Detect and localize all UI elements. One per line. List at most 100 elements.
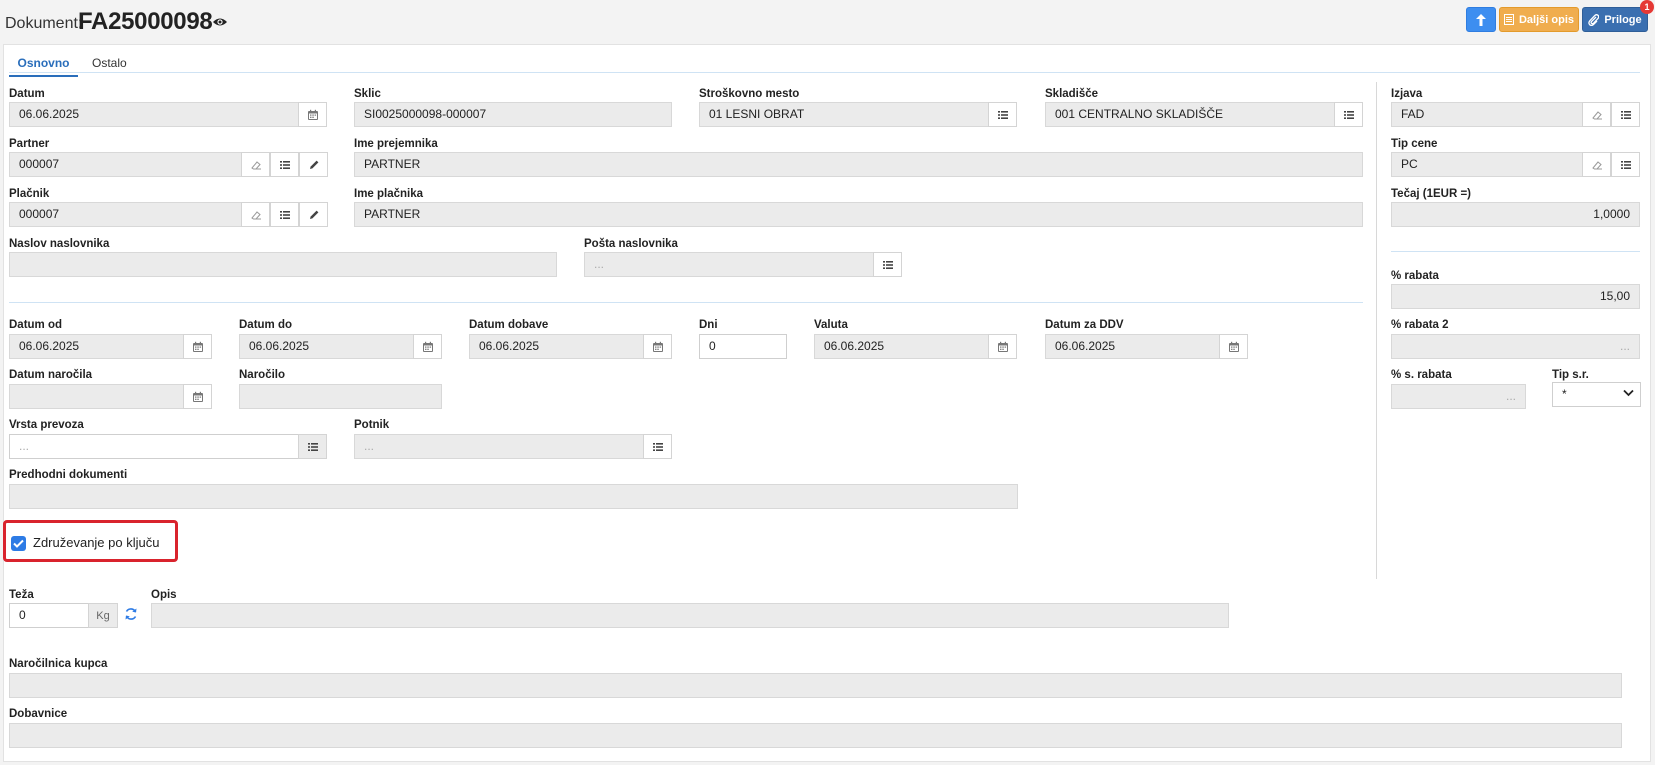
longer-description-button[interactable]: Daljši opis: [1499, 7, 1579, 32]
attachments-label: Priloge: [1604, 13, 1642, 26]
skladisce-list-button[interactable]: [1334, 102, 1363, 127]
skladisce-input[interactable]: 001 CENTRALNO SKLADIŠČE: [1045, 102, 1335, 127]
grouping-checkbox[interactable]: [11, 536, 26, 551]
datum-ddv-input[interactable]: 06.06.2025: [1045, 334, 1220, 359]
posta-list-button[interactable]: [873, 252, 902, 277]
narocilo-label: Naročilo: [239, 369, 286, 381]
placnik-edit-button[interactable]: [299, 202, 328, 227]
tab-ostalo[interactable]: Ostalo: [92, 56, 127, 70]
teza-unit: Kg: [88, 603, 118, 628]
valuta-calendar-button[interactable]: [988, 334, 1017, 359]
list-icon: [1620, 109, 1632, 121]
eraser-icon: [1591, 109, 1603, 121]
datum-narocila-input[interactable]: [9, 384, 184, 409]
narocilnica-input[interactable]: [9, 673, 1622, 698]
datum-od-input[interactable]: 06.06.2025: [9, 334, 184, 359]
rabat-input[interactable]: 15,00: [1391, 284, 1640, 309]
document-icon: [1503, 14, 1514, 25]
datum-ddv-calendar-button[interactable]: [1219, 334, 1248, 359]
vrsta-prevoza-input[interactable]: ...: [9, 434, 299, 459]
placnik-input[interactable]: 000007: [9, 202, 242, 227]
tip-sr-select[interactable]: *: [1552, 382, 1641, 407]
list-icon: [652, 441, 664, 453]
paperclip-icon: [1588, 13, 1600, 26]
tip-sr-value: *: [1562, 387, 1567, 401]
vrsta-prevoza-list-button[interactable]: [298, 434, 327, 459]
tecaj-input[interactable]: 1,0000: [1391, 202, 1640, 227]
narocilnica-label: Naročilnica kupca: [9, 658, 108, 670]
placnik-list-button[interactable]: [270, 202, 299, 227]
upload-button[interactable]: [1466, 7, 1496, 32]
izjava-label: Izjava: [1391, 88, 1423, 100]
ime-placnika-input[interactable]: PARTNER: [354, 202, 1363, 227]
izjava-input[interactable]: FAD: [1391, 102, 1583, 127]
partner-clear-button[interactable]: [241, 152, 270, 177]
izjava-clear-button[interactable]: [1582, 102, 1611, 127]
dni-input[interactable]: 0: [699, 334, 787, 359]
tab-osnovno[interactable]: Osnovno: [9, 56, 78, 77]
chevron-down-icon: [1623, 389, 1634, 397]
valuta-input[interactable]: 06.06.2025: [814, 334, 989, 359]
predhodni-input[interactable]: [9, 484, 1018, 509]
sklic-label: Sklic: [354, 88, 381, 100]
datum-narocila-calendar-button[interactable]: [183, 384, 212, 409]
naslov-input[interactable]: [9, 252, 557, 277]
checkmark-icon: [13, 539, 24, 548]
eraser-icon: [250, 209, 262, 221]
teza-input[interactable]: 0: [9, 603, 89, 628]
datum-ddv-label: Datum za DDV: [1045, 319, 1124, 331]
strosk-input[interactable]: 01 LESNI OBRAT: [699, 102, 989, 127]
datum-od-calendar-button[interactable]: [183, 334, 212, 359]
potnik-input[interactable]: ...: [354, 434, 644, 459]
datum-od-label: Datum od: [9, 319, 63, 331]
tip-cene-clear-button[interactable]: [1582, 152, 1611, 177]
attachments-count-badge: 1: [1640, 0, 1654, 14]
grouping-checkbox-label[interactable]: Združevanje po ključu: [33, 535, 159, 550]
posta-label: Pošta naslovnika: [584, 238, 678, 250]
section-divider: [9, 302, 1363, 303]
datum-do-input[interactable]: 06.06.2025: [239, 334, 414, 359]
ime-prejemnika-input[interactable]: PARTNER: [354, 152, 1363, 177]
document-number: FA25000098: [78, 8, 213, 35]
tip-cene-input[interactable]: PC: [1391, 152, 1583, 177]
s-rabat-label: % s. rabata: [1391, 369, 1452, 381]
predhodni-label: Predhodni dokumenti: [9, 469, 128, 481]
s-rabat-input[interactable]: ...: [1391, 384, 1526, 409]
opis-input[interactable]: [151, 603, 1229, 628]
datum-do-calendar-button[interactable]: [413, 334, 442, 359]
longer-description-label: Daljši opis: [1518, 13, 1575, 26]
posta-input[interactable]: ...: [584, 252, 875, 277]
sklic-input[interactable]: SI0025000098-000007: [354, 102, 672, 127]
list-icon: [307, 441, 319, 453]
izjava-list-button[interactable]: [1611, 102, 1640, 127]
rabat2-label: % rabata 2: [1391, 319, 1449, 331]
tab-divider: [9, 72, 1640, 73]
datum-narocila-label: Datum naročila: [9, 369, 93, 381]
narocilo-input[interactable]: [239, 384, 442, 409]
partner-input[interactable]: 000007: [9, 152, 242, 177]
rabat2-input[interactable]: ...: [1391, 334, 1640, 359]
datum-input[interactable]: 06.06.2025: [9, 102, 299, 127]
list-icon: [1343, 109, 1355, 121]
right-column-divider: [1391, 251, 1640, 252]
potnik-list-button[interactable]: [643, 434, 672, 459]
ime-placnika-label: Ime plačnika: [354, 188, 424, 200]
refresh-icon[interactable]: [124, 607, 138, 621]
attachments-button[interactable]: Priloge: [1582, 7, 1648, 32]
partner-edit-button[interactable]: [299, 152, 328, 177]
strosk-list-button[interactable]: [988, 102, 1017, 127]
pencil-icon: [308, 159, 320, 171]
calendar-icon: [1228, 341, 1240, 353]
dobavnice-input[interactable]: [9, 723, 1622, 748]
calendar-icon: [997, 341, 1009, 353]
document-label: Dokument:: [5, 15, 83, 32]
placnik-clear-button[interactable]: [241, 202, 270, 227]
eye-icon[interactable]: [212, 15, 228, 29]
datum-dobave-input[interactable]: 06.06.2025: [469, 334, 644, 359]
datum-calendar-button[interactable]: [298, 102, 327, 127]
pencil-icon: [308, 209, 320, 221]
datum-dobave-calendar-button[interactable]: [643, 334, 672, 359]
tip-cene-list-button[interactable]: [1611, 152, 1640, 177]
partner-list-button[interactable]: [270, 152, 299, 177]
datum-do-label: Datum do: [239, 319, 293, 331]
